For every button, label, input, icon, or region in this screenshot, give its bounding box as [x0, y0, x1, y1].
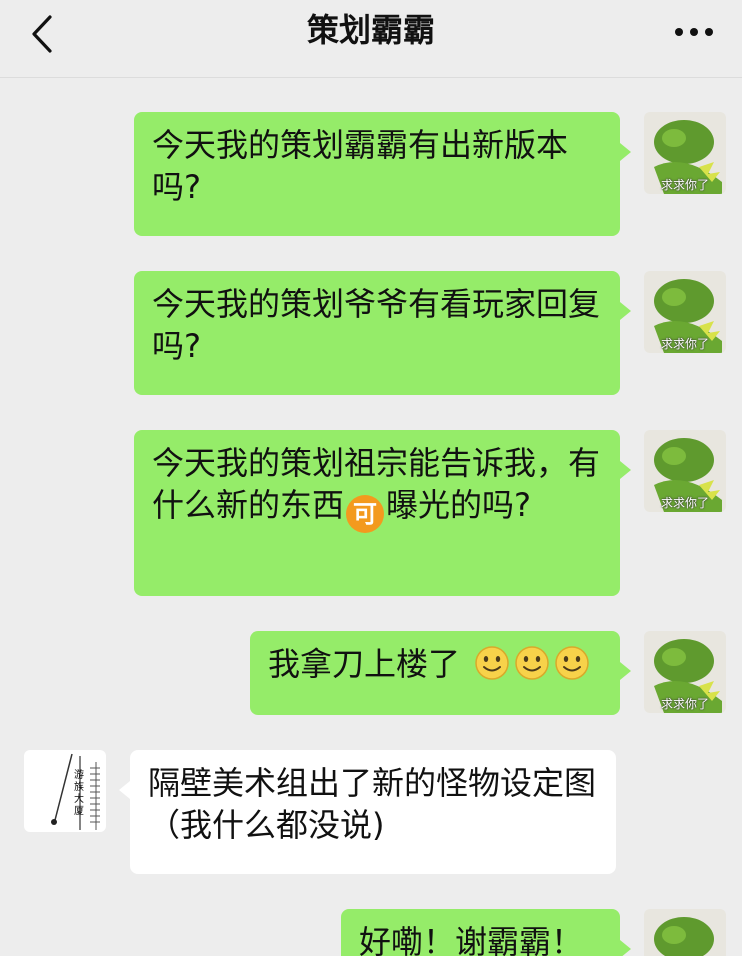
avatar-caption: 求求你了 [660, 496, 709, 510]
building-sketch-icon [51, 753, 100, 830]
message-bubble[interactable]: 隔壁美术组出了新的怪物设定图（我什么都没说) [130, 750, 616, 874]
smile-emoji-icon [515, 646, 549, 680]
avatar-caption: 游族大厦 [74, 770, 84, 817]
message-text: 好嘞！谢霸霸！ [359, 923, 584, 956]
message-bubble[interactable]: 今天我的策划祖宗能告诉我，有什么新的东西可曝光的吗? [134, 430, 620, 596]
message-bubble[interactable]: 我拿刀上楼了 [250, 631, 620, 715]
smile-emoji-icon [475, 646, 509, 680]
contact-avatar[interactable]: 游族大厦 [24, 750, 106, 832]
bubble-tail [620, 461, 631, 479]
bubble-tail [620, 940, 631, 956]
message-text: 曝光的吗? [386, 486, 532, 524]
message-bubble[interactable]: 好嘞！谢霸霸！ [341, 909, 620, 956]
avatar-caption: 求求你了 [660, 178, 709, 192]
chat-header: 策划霸霸 [0, 0, 742, 78]
avatar[interactable]: 求求你了 [644, 271, 726, 353]
avatar[interactable]: 求求你了 [644, 631, 726, 713]
avatar-caption: 求求你了 [660, 337, 709, 351]
more-button[interactable] [672, 14, 716, 50]
message-bubble[interactable]: 今天我的策划霸霸有出新版本吗? [134, 112, 620, 236]
frog-avatar-icon [654, 917, 714, 956]
avatar[interactable]: 求求你了 [644, 112, 726, 194]
message-text: 我拿刀上楼了 [268, 645, 461, 683]
bubble-tail [620, 143, 631, 161]
message-text: 隔壁美术组出了新的怪物设定图（我什么都没说) [148, 764, 597, 844]
avatar[interactable]: 求求你了 [644, 430, 726, 512]
more-dots-icon [675, 28, 713, 36]
bubble-tail [620, 302, 631, 320]
ke-emoji-icon: 可 [346, 495, 385, 533]
avatar[interactable] [644, 909, 726, 956]
chat-title: 策划霸霸 [306, 11, 435, 49]
smile-emoji-icon [555, 646, 589, 680]
bubble-tail [119, 781, 130, 799]
message-text: 今天我的策划霸霸有出新版本吗? [152, 126, 569, 206]
message-text: 今天我的策划爷爷有看玩家回复吗? [152, 285, 601, 365]
avatar-caption: 求求你了 [660, 697, 709, 711]
message-bubble[interactable]: 今天我的策划爷爷有看玩家回复吗? [134, 271, 620, 395]
bubble-tail [620, 662, 631, 680]
